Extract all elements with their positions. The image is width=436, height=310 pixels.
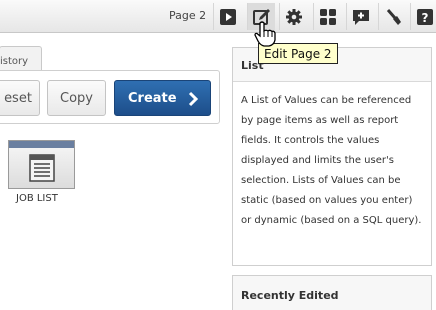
hand-pointer-cursor-icon xyxy=(254,21,276,47)
comment-button[interactable] xyxy=(346,3,374,30)
help-icon: ? xyxy=(416,8,433,25)
job-list-label[interactable]: JOB LIST xyxy=(16,193,58,204)
components-grid-icon xyxy=(319,8,336,25)
page-number-label: Page 2 xyxy=(169,9,207,22)
create-button-label: Create xyxy=(128,90,177,106)
tile-header-strip xyxy=(9,141,74,148)
settings-gear-icon xyxy=(285,8,302,25)
utilities-button[interactable] xyxy=(378,3,406,30)
job-list-icon-tile[interactable] xyxy=(8,140,75,189)
recently-edited-header[interactable]: Recently Edited xyxy=(232,275,432,310)
create-button[interactable]: Create xyxy=(114,80,211,116)
chevron-right-icon xyxy=(188,91,198,107)
run-page-icon xyxy=(219,8,236,25)
settings-button[interactable] xyxy=(279,3,307,30)
help-panel-body: A List of Values can be referenced by pa… xyxy=(241,95,422,226)
utilities-brush-icon xyxy=(386,8,401,25)
top-toolbar: Page 2 ? xyxy=(0,0,436,33)
tab-history[interactable]: istory xyxy=(0,46,42,73)
help-button[interactable]: ? xyxy=(410,3,436,30)
reset-button[interactable]: eset xyxy=(0,80,40,116)
list-page-icon xyxy=(29,154,55,182)
components-button[interactable] xyxy=(313,3,341,30)
svg-text:?: ? xyxy=(421,11,428,25)
help-panel: List A List of Values can be referenced … xyxy=(232,47,432,266)
run-page-button[interactable] xyxy=(213,3,241,30)
comment-add-icon xyxy=(352,9,369,25)
copy-button[interactable]: Copy xyxy=(47,80,106,116)
